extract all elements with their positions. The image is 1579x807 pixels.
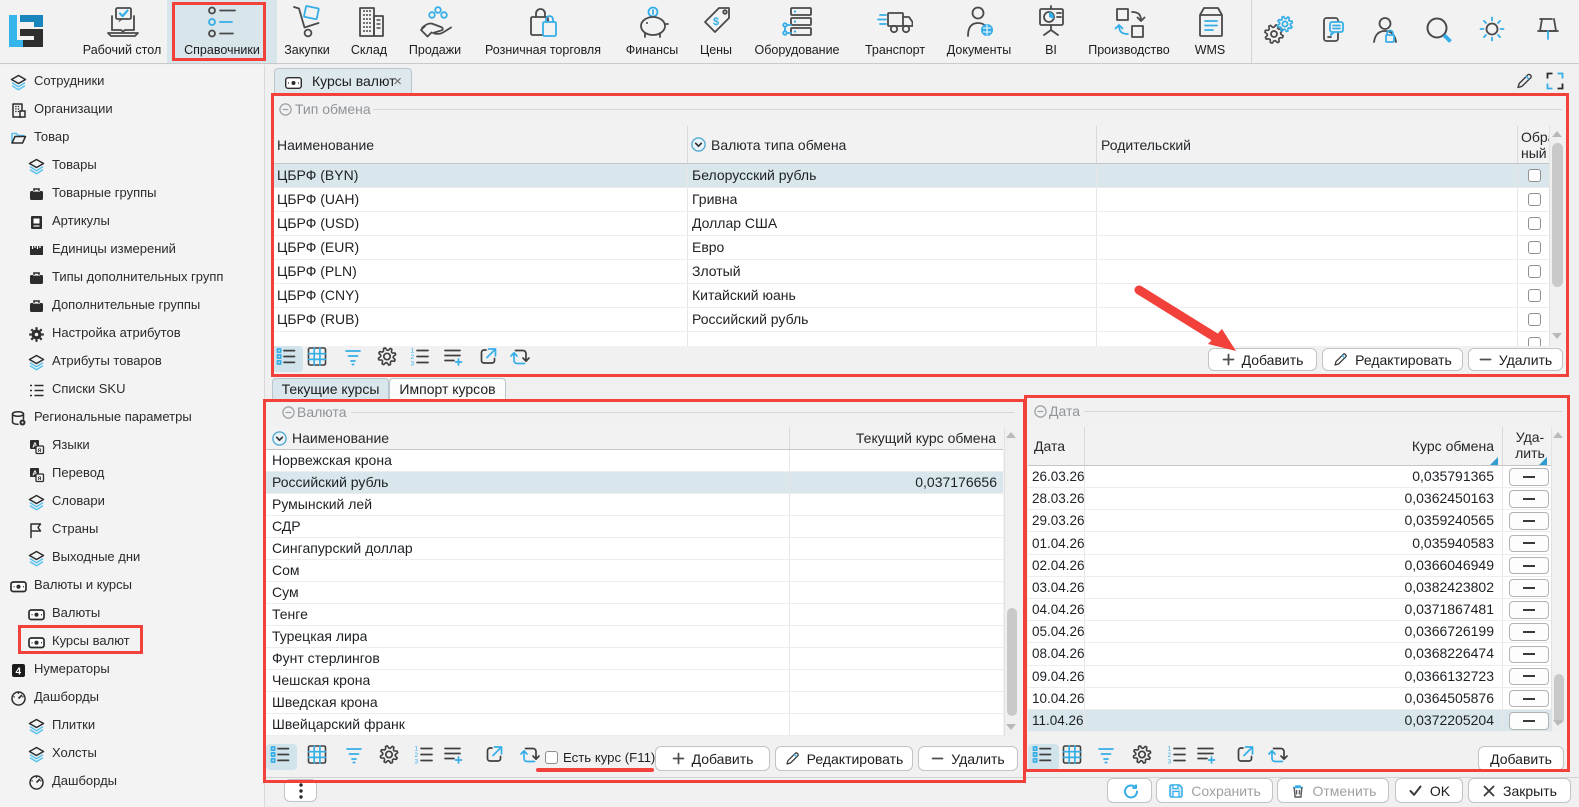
- svg-text:$: $: [713, 16, 719, 28]
- svg-text:4: 4: [16, 666, 22, 677]
- svg-text:я: я: [38, 476, 42, 482]
- svg-text:3: 3: [415, 759, 419, 766]
- svg-text:я: я: [38, 448, 42, 454]
- svg-text:3: 3: [411, 361, 415, 368]
- svg-text:3: 3: [1168, 759, 1172, 766]
